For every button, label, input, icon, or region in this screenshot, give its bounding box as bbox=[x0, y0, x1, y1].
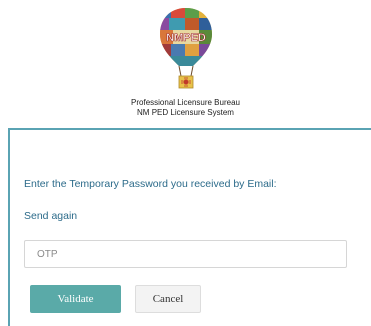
nmped-balloon-logo-icon: NMPED bbox=[160, 8, 212, 89]
org-name: Professional Licensure Bureau bbox=[131, 98, 240, 107]
otp-prompt-text: Enter the Temporary Password you receive… bbox=[24, 178, 277, 190]
validate-button[interactable]: Validate bbox=[30, 285, 121, 313]
cancel-button[interactable]: Cancel bbox=[135, 285, 201, 313]
otp-input[interactable] bbox=[24, 240, 347, 268]
otp-form-card: Enter the Temporary Password you receive… bbox=[8, 128, 371, 326]
page: NMPED Professional Licensure Bureau NM P… bbox=[0, 0, 371, 326]
system-name: NM PED Licensure System bbox=[137, 108, 234, 117]
svg-text:NMPED: NMPED bbox=[166, 32, 206, 44]
send-again-link[interactable]: Send again bbox=[24, 210, 77, 222]
